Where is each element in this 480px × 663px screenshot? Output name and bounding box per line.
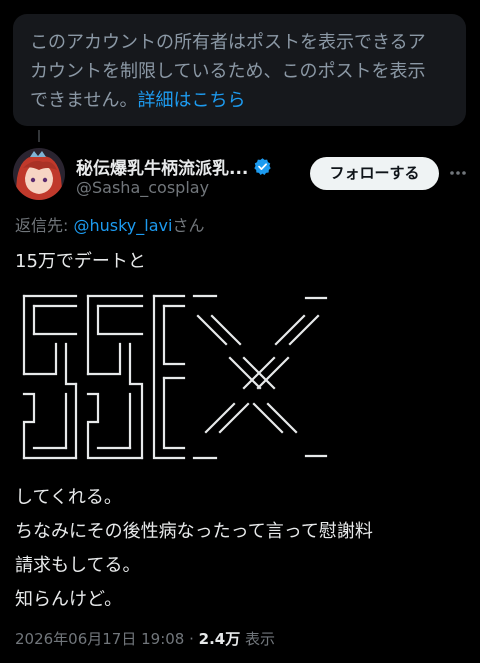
post-timestamp[interactable]: 2026年06月17日 19:08 [15, 630, 184, 648]
avatar[interactable] [13, 148, 65, 200]
view-count: 2.4万 [198, 630, 241, 648]
author-display-name[interactable]: 秘伝爆乳牛柄流派乳... [76, 154, 248, 179]
post-text-line-1: 15万でデートと [15, 251, 146, 272]
ascii-art-image [22, 294, 328, 460]
meta-separator: · [184, 630, 199, 648]
post-text-line-5: 知らんけど。 [15, 589, 123, 610]
notice-text-line-3: できません。 [30, 90, 138, 111]
post-text-line-4: 請求もしてる。 [15, 555, 141, 576]
notice-text-line-1: このアカウントの所有者はポストを表示できるア [30, 32, 426, 53]
thread-connector [38, 130, 40, 142]
verified-badge-icon [254, 158, 272, 175]
reply-to-line: 返信先: @husky_laviさん [15, 212, 204, 236]
author-name-row[interactable]: 秘伝爆乳牛柄流派乳... [76, 154, 272, 179]
post-body: してくれる。 ちなみにその後性病なったって言って慰謝料 請求もしてる。 知らんけ… [15, 481, 373, 617]
more-options-icon[interactable] [448, 163, 468, 183]
notice-text-line-2: カウントを制限しているため、このポストを表示 [30, 61, 426, 82]
reply-mention-link[interactable]: @husky_lavi [73, 216, 172, 235]
post-text-line-2: してくれる。 [15, 487, 122, 508]
author-handle[interactable]: @Sasha_cosplay [76, 178, 209, 197]
reply-to-prefix: 返信先: [15, 216, 74, 235]
learn-more-link[interactable]: 詳細はこちら [137, 90, 245, 111]
follow-button[interactable]: フォローする [310, 157, 439, 190]
view-count-label: 表示 [240, 630, 276, 648]
avatar-image [13, 148, 65, 200]
post-text-line-3: ちなみにその後性病なったって言って慰謝料 [15, 521, 373, 542]
reply-to-suffix: さん [172, 216, 205, 235]
post-meta: 2026年06月17日 19:08 · 2.4万 表示 [15, 628, 275, 649]
restricted-post-notice: このアカウントの所有者はポストを表示できるア カウントを制限しているため、このポ… [13, 14, 466, 126]
